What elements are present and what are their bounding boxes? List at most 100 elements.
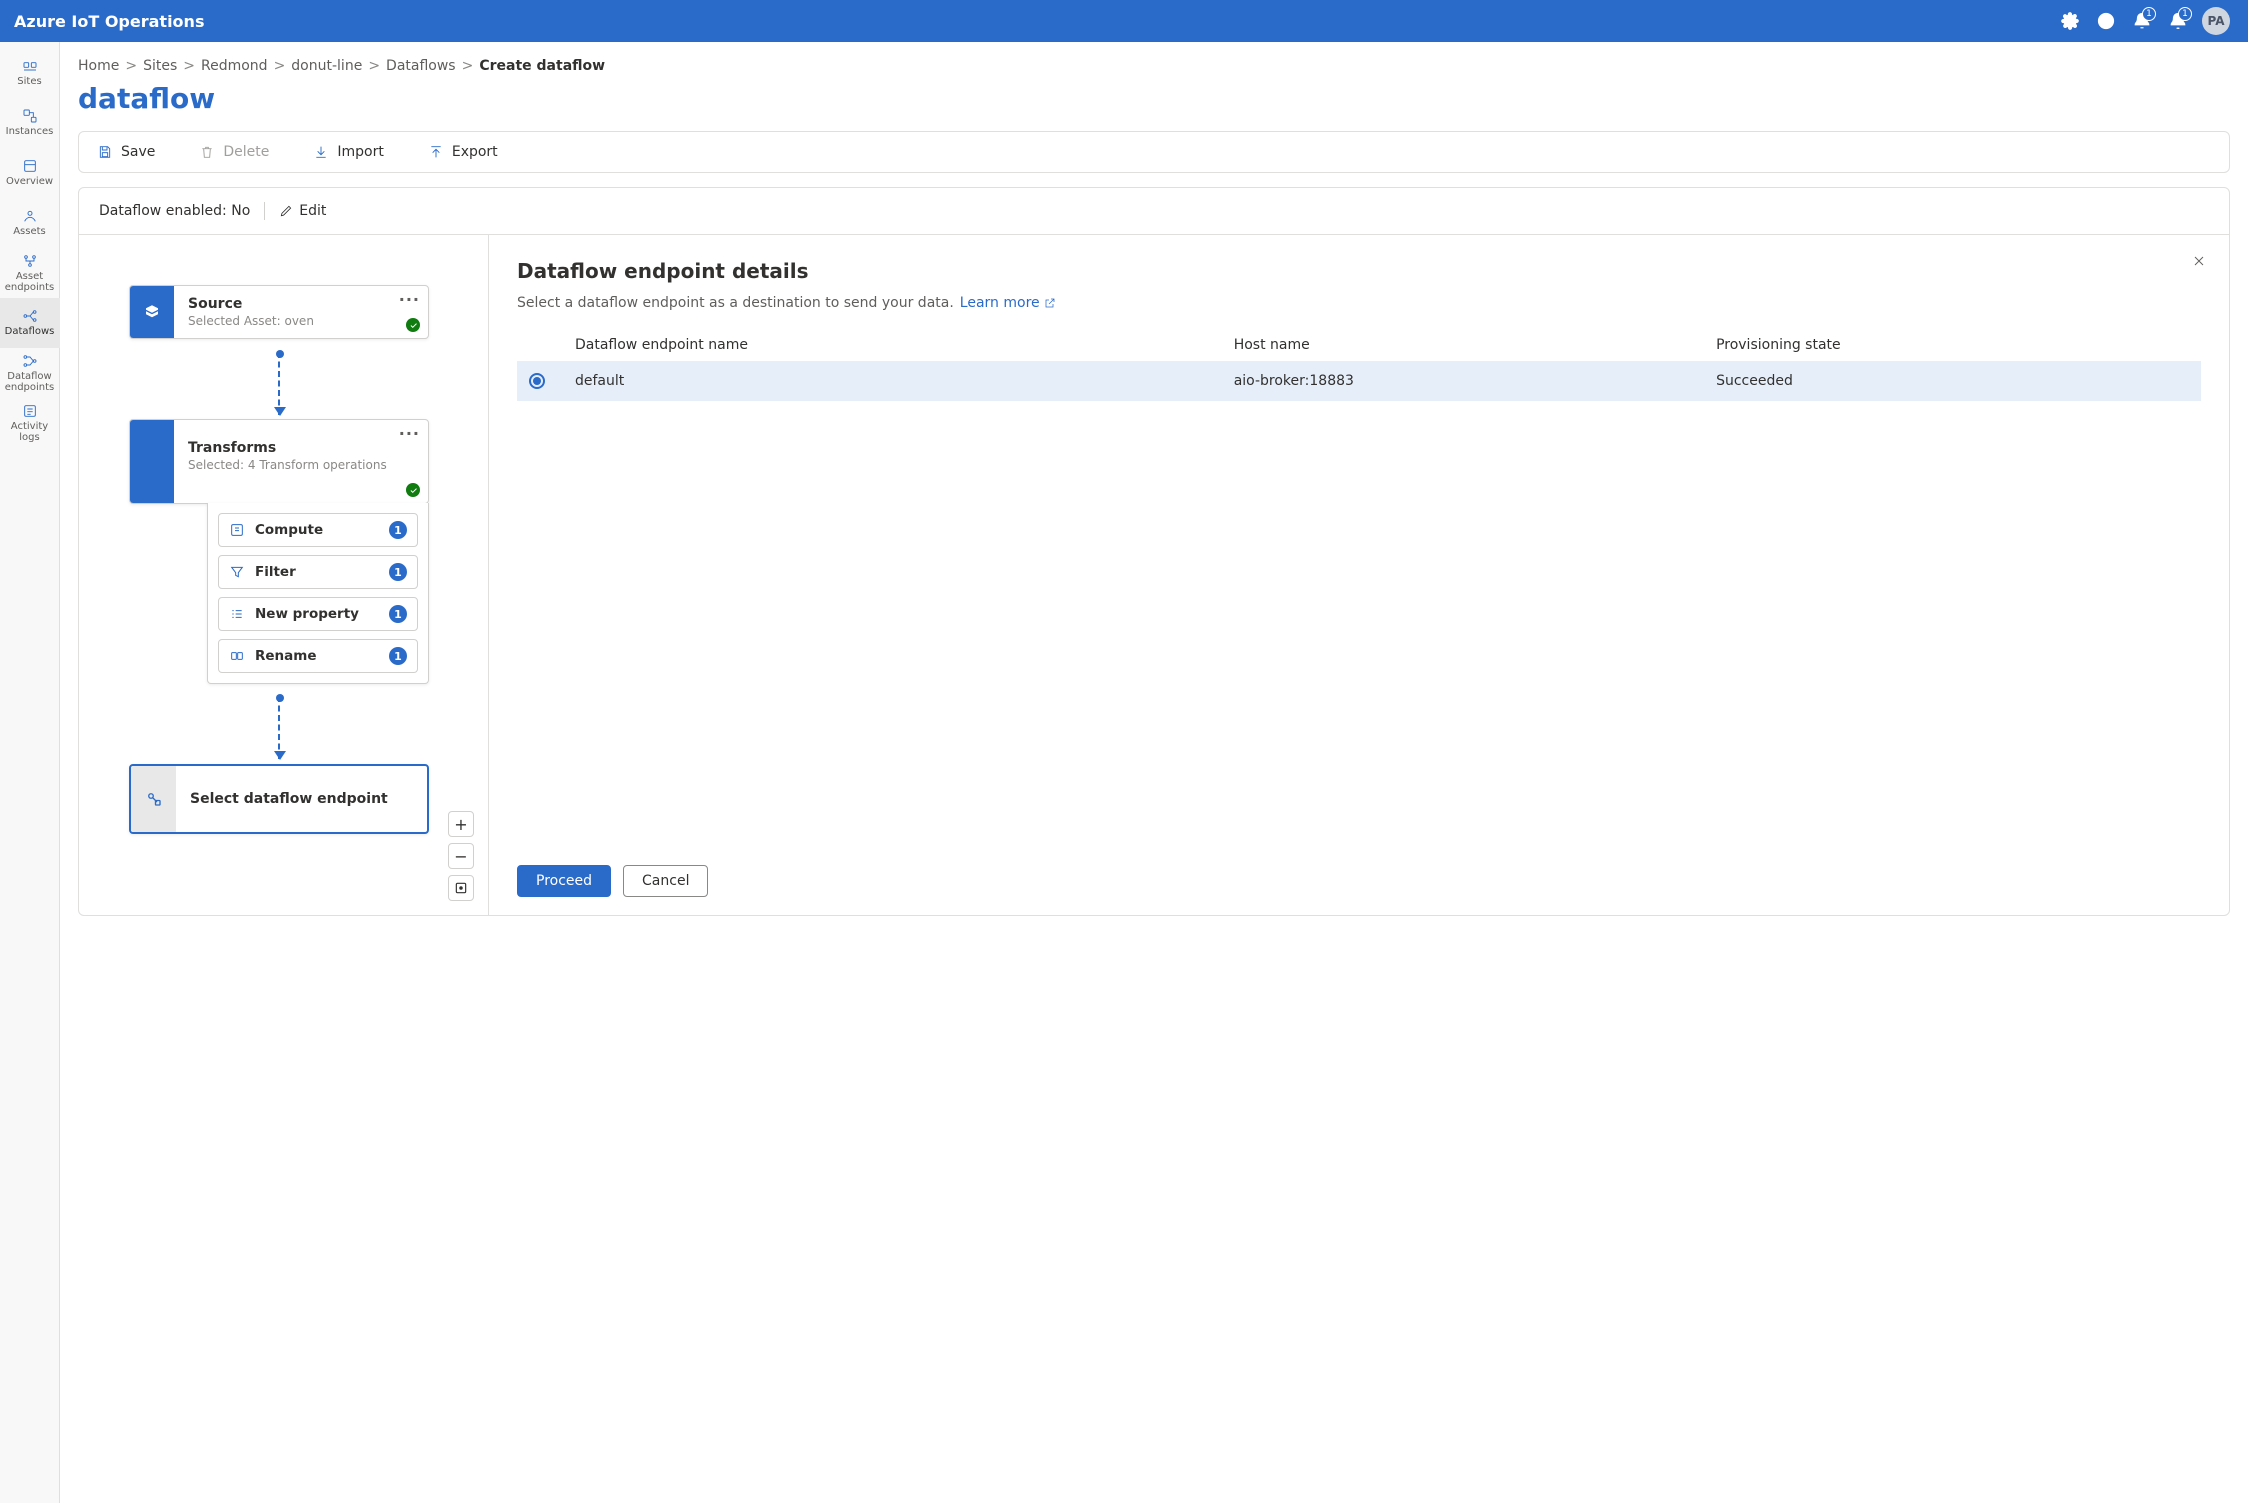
table-row[interactable]: default aio-broker:18883 Succeeded [517,361,2201,401]
col-name: Dataflow endpoint name [563,329,1222,361]
cell-state: Succeeded [1704,361,2201,401]
breadcrumb-item[interactable]: Dataflows [386,58,456,74]
toolbar: Save Delete Import Export [78,131,2230,173]
edit-button[interactable]: Edit [279,203,326,219]
assets-icon [22,208,38,224]
cancel-button[interactable]: Cancel [623,865,708,897]
count-badge: 1 [389,521,407,539]
nav-label: Sites [17,76,41,88]
main: Home> Sites> Redmond> donut-line> Datafl… [60,42,2248,1503]
nav-label: Activity logs [2,421,58,444]
sidebar-item-overview[interactable]: Overview [0,148,60,198]
page-title: dataflow [78,82,2230,115]
details-title: Dataflow endpoint details [517,259,2201,283]
sidebar-item-sites[interactable]: Sites [0,48,60,98]
delete-button: Delete [191,138,277,166]
import-icon [313,144,329,160]
filter-icon [229,564,245,580]
sidebar-item-instances[interactable]: Instances [0,98,60,148]
status-ok-icon [406,318,420,332]
export-icon [428,144,444,160]
count-badge: 1 [389,647,407,665]
statusbar: Dataflow enabled: No Edit [79,188,2229,235]
col-host: Host name [1222,329,1704,361]
col-state: Provisioning state [1704,329,2201,361]
feedback-icon[interactable]: 1 [2124,3,2160,39]
dataflows-icon [22,308,38,324]
transforms-slab-icon [130,420,174,503]
node-subtitle: Selected: 4 Transform operations [188,458,416,472]
details-pane: Dataflow endpoint details Select a dataf… [489,235,2229,915]
node-more-icon[interactable]: ··· [399,290,420,309]
overview-icon [22,158,38,174]
edit-icon [279,204,293,218]
close-button[interactable] [2191,253,2207,273]
import-button[interactable]: Import [305,138,391,166]
newprop-icon [229,606,245,622]
nav-label: Dataflows [5,326,55,338]
settings-icon[interactable] [2052,3,2088,39]
nav-label: Dataflow endpoints [2,371,58,394]
row-radio[interactable] [529,373,545,389]
nav-label: Overview [6,176,53,188]
breadcrumb-current: Create dataflow [479,58,605,74]
app-title: Azure IoT Operations [14,12,204,31]
cell-host: aio-broker:18883 [1222,361,1704,401]
dataflow-enabled-label: Dataflow enabled: No [99,203,250,219]
count-badge: 1 [389,563,407,581]
zoom-in-button[interactable]: + [448,811,474,837]
avatar[interactable]: PA [2202,7,2230,35]
source-slab-icon [130,286,174,338]
sidebar-item-dataflow-endpoints[interactable]: Dataflow endpoints [0,348,60,398]
instances-icon [22,108,38,124]
breadcrumb-item[interactable]: Redmond [201,58,268,74]
connector [278,352,280,415]
breadcrumb-item[interactable]: donut-line [291,58,362,74]
notifications-icon[interactable]: 1 [2160,3,2196,39]
cell-name: default [563,361,1222,401]
notifications-badge: 1 [2178,7,2192,21]
canvas-pane[interactable]: ··· Source Selected Asset: oven [79,235,489,915]
breadcrumb-item[interactable]: Sites [143,58,177,74]
sidebar-item-activity-logs[interactable]: Activity logs [0,398,60,448]
endpoint-icon [131,766,176,832]
nav-label: Asset endpoints [2,271,58,294]
transforms-list: Compute 1 Filter 1 New property [207,503,429,684]
transform-item-new-property[interactable]: New property 1 [218,597,418,631]
help-icon[interactable] [2088,3,2124,39]
zoom-fit-button[interactable] [448,875,474,901]
compute-icon [229,522,245,538]
node-subtitle: Selected Asset: oven [188,314,416,328]
sidebar-item-dataflows[interactable]: Dataflows [0,298,60,348]
zoom-out-button[interactable]: − [448,843,474,869]
external-link-icon [1044,297,1056,309]
node-transforms[interactable]: ··· Transforms Selected: 4 Transform ope… [129,419,429,504]
sidebar-item-asset-endpoints[interactable]: Asset endpoints [0,248,60,298]
sidebar-item-assets[interactable]: Assets [0,198,60,248]
nav-label: Instances [6,126,54,138]
node-endpoint[interactable]: Select dataflow endpoint [129,764,429,834]
save-button[interactable]: Save [89,138,163,166]
transform-item-rename[interactable]: Rename 1 [218,639,418,673]
learn-more-link[interactable]: Learn more [960,295,1056,311]
export-button[interactable]: Export [420,138,506,166]
details-footer: Proceed Cancel [489,851,2229,915]
rename-icon [229,648,245,664]
divider [264,202,265,220]
topbar: Azure IoT Operations 1 1 PA [0,0,2248,42]
sites-icon [22,58,38,74]
transform-item-compute[interactable]: Compute 1 [218,513,418,547]
count-badge: 1 [389,605,407,623]
dataflow-endpoints-icon [22,353,38,369]
transform-item-filter[interactable]: Filter 1 [218,555,418,589]
proceed-button[interactable]: Proceed [517,865,611,897]
node-title: Transforms [188,440,416,456]
node-more-icon[interactable]: ··· [399,424,420,443]
node-source[interactable]: ··· Source Selected Asset: oven [129,285,429,339]
connector [278,696,280,759]
breadcrumb-item[interactable]: Home [78,58,119,74]
details-desc: Select a dataflow endpoint as a destinat… [517,295,2201,311]
nav-label: Assets [13,226,46,238]
leftnav: Sites Instances Overview Assets Asset en… [0,42,60,1503]
zoom-controls: + − [448,811,474,901]
